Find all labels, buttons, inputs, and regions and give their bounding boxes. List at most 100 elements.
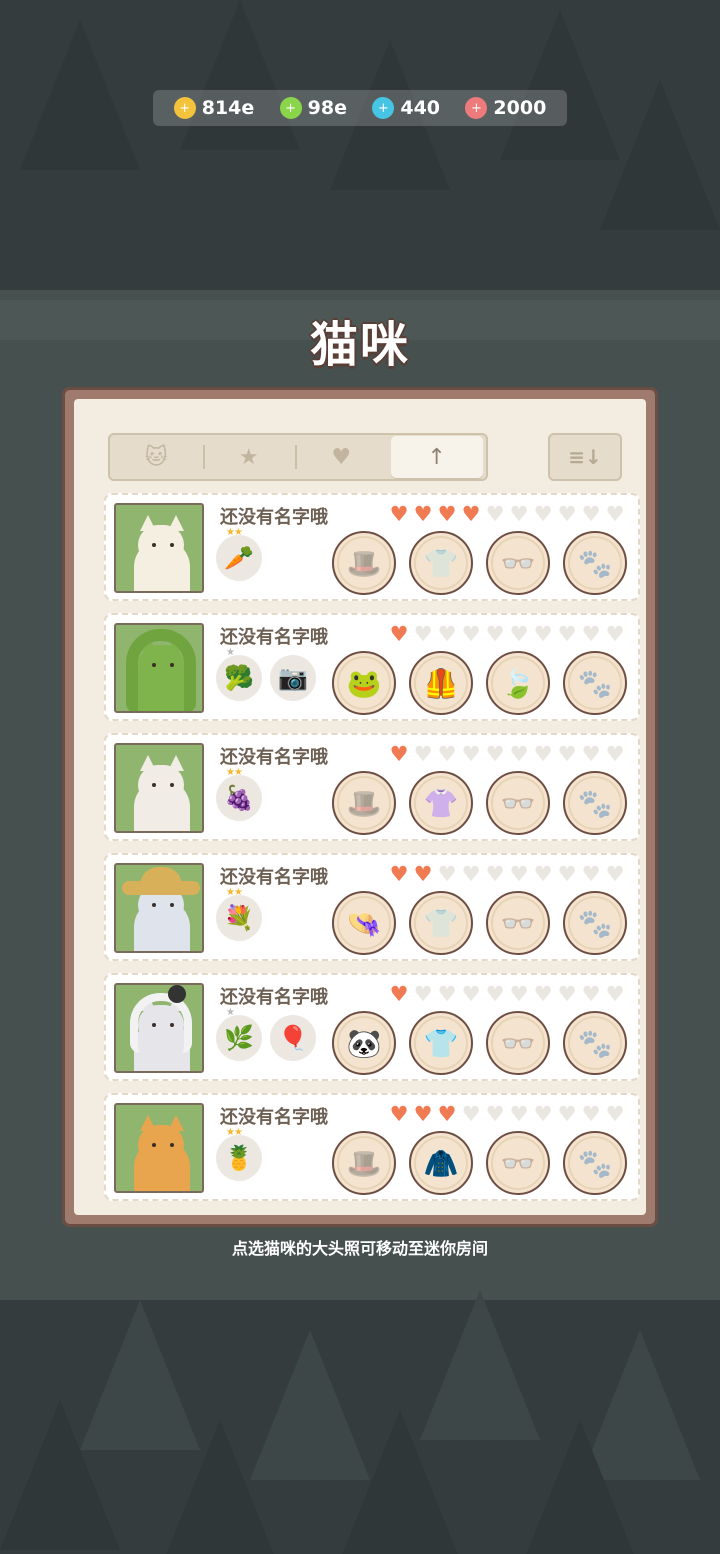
outfit-slot[interactable]: 🐾 xyxy=(563,1131,627,1195)
heart-icon: ♥ xyxy=(461,622,481,646)
heart-icon: ♥ xyxy=(389,502,409,526)
cat-card: 还没有名字哦 ♥ ♥ ♥ ♥ ♥ ♥ ♥ ♥ ♥ ♥ 🍇 ★★ 🎩 👚 👓 🐾 xyxy=(104,733,640,841)
glasses-slot-icon: 👓 xyxy=(500,546,536,580)
currency-item[interactable]: +2000 xyxy=(465,97,546,119)
outfit-slot[interactable]: 🐾 xyxy=(563,651,627,715)
cat-portrait[interactable] xyxy=(114,983,204,1073)
tab-cat-head[interactable]: 🐱 xyxy=(110,435,203,479)
heart-icon: ♥ xyxy=(581,982,601,1006)
outfit-slot[interactable]: 👓 xyxy=(486,1131,550,1195)
outfit-slots: 🎩 👕 👓 🐾 xyxy=(332,531,627,595)
outfit-slot[interactable]: 🎩 xyxy=(332,771,396,835)
cats-panel: 🐱 ★ ♥ ↑ ≡↓ 还没有名字哦 ♥ ♥ ♥ ♥ ♥ ♥ ♥ ♥ ♥ ♥ 🥕 ★★ 🎩 👕 👓 🐾 还没有名字哦 ♥ ♥ ♥… xyxy=(62,387,658,1227)
outfit-slot[interactable]: 👕 xyxy=(409,531,473,595)
outfit-slot[interactable]: 👓 xyxy=(486,1011,550,1075)
heart-icon: ♥ xyxy=(533,862,553,886)
cat-portrait[interactable] xyxy=(114,743,204,833)
item-glyph: 📷 xyxy=(278,664,308,692)
filter-tabs: 🐱 ★ ♥ ↑ xyxy=(108,433,488,481)
tab-heart[interactable]: ♥ xyxy=(295,435,388,479)
heart-icon: ♥ xyxy=(581,862,601,886)
cat-portrait[interactable] xyxy=(114,1103,204,1193)
tab-star[interactable]: ★ xyxy=(202,435,296,479)
affection-hearts: ♥ ♥ ♥ ♥ ♥ ♥ ♥ ♥ ♥ ♥ xyxy=(388,983,626,1005)
hat-slot-icon: 🎩 xyxy=(346,1146,382,1180)
outfit-slot[interactable]: 🎩 xyxy=(332,1131,396,1195)
heart-icon: ♥ xyxy=(461,1102,481,1126)
cat-card: 还没有名字哦 ♥ ♥ ♥ ♥ ♥ ♥ ♥ ♥ ♥ ♥ 🥦 ★ 📷 🐸 🦺 🍃 🐾 xyxy=(104,613,640,721)
mangosteen-icon[interactable]: 🍇 ★★ xyxy=(216,767,262,821)
camera-icon[interactable]: 📷 xyxy=(270,655,316,701)
currency-item[interactable]: +440 xyxy=(372,97,440,119)
glasses-slot-icon: 👓 xyxy=(500,786,536,820)
cat-eye xyxy=(152,1143,156,1147)
outfit-slot[interactable]: 🐾 xyxy=(563,771,627,835)
heart-icon: ♥ xyxy=(509,982,529,1006)
outfit-slot[interactable]: 👚 xyxy=(409,771,473,835)
favorite-items: 🥦 ★ 📷 xyxy=(216,647,316,701)
currency-item[interactable]: +98e xyxy=(279,97,347,119)
heart-icon: ♥ xyxy=(413,1102,433,1126)
broccoli-icon[interactable]: 🥦 ★ xyxy=(216,647,262,701)
cat-eye xyxy=(152,543,156,547)
favorite-items: 💐 ★★ xyxy=(216,887,262,941)
cat-portrait[interactable] xyxy=(114,503,204,593)
heart-icon: ♥ xyxy=(389,862,409,886)
outfit-slots: 👒 👕 👓 🐾 xyxy=(332,891,627,955)
outfit-slot[interactable]: 👕 xyxy=(409,1011,473,1075)
flower-bouquet-icon[interactable]: 💐 ★★ xyxy=(216,887,262,941)
heart-icon: ♥ xyxy=(413,862,433,886)
heart-icon: ♥ xyxy=(461,742,481,766)
pineapple-icon[interactable]: 🍍 ★★ xyxy=(216,1127,262,1181)
heart-icon: ♥ xyxy=(413,742,433,766)
outfit-slot[interactable]: 🐾 xyxy=(563,531,627,595)
cat-card: 还没有名字哦 ♥ ♥ ♥ ♥ ♥ ♥ ♥ ♥ ♥ ♥ 💐 ★★ 👒 👕 👓 🐾 xyxy=(104,853,640,961)
outfit-slot[interactable]: 🐸 xyxy=(332,651,396,715)
heart-icon: ♥ xyxy=(485,502,505,526)
outfit-slot[interactable]: 🍃 xyxy=(486,651,550,715)
heart-icon: ♥ xyxy=(389,622,409,646)
carrot-icon[interactable]: 🥕 ★★ xyxy=(216,527,262,581)
cat-eye xyxy=(170,543,174,547)
outfit-slot[interactable]: 🎩 xyxy=(332,531,396,595)
cat-eye xyxy=(152,903,156,907)
heart-icon: ♥ xyxy=(437,622,457,646)
outfit-slot[interactable]: 🐼 xyxy=(332,1011,396,1075)
heart-icon: ♥ xyxy=(605,502,625,526)
outfit-slot[interactable]: 👓 xyxy=(486,891,550,955)
outfit-slot[interactable]: 🧥 xyxy=(409,1131,473,1195)
gem-icon: + xyxy=(372,97,395,119)
favorite-items: 🥕 ★★ xyxy=(216,527,262,581)
hot-air-balloon-icon[interactable]: 🎈 xyxy=(270,1015,316,1061)
cat-portrait[interactable] xyxy=(114,623,204,713)
glasses-slot-icon: 👓 xyxy=(500,1146,536,1180)
currency-item[interactable]: +814e xyxy=(173,97,254,119)
heart-icon: ♥ xyxy=(533,1102,553,1126)
favorite-items: 🍍 ★★ xyxy=(216,1127,262,1181)
item-glyph: 🌿 xyxy=(224,1024,254,1052)
outfit-slot[interactable]: 🐾 xyxy=(563,891,627,955)
heart-icon: ♥ xyxy=(581,742,601,766)
affection-hearts: ♥ ♥ ♥ ♥ ♥ ♥ ♥ ♥ ♥ ♥ xyxy=(388,863,626,885)
heart-icon: ♥ xyxy=(509,502,529,526)
herb-bundle-icon[interactable]: 🌿 ★ xyxy=(216,1007,262,1061)
outfit-slot[interactable]: 👒 xyxy=(332,891,396,955)
outfit-slot[interactable]: 👕 xyxy=(409,891,473,955)
straw-hat-icon: 👒 xyxy=(346,906,382,940)
tab-arrow-up[interactable]: ↑ xyxy=(390,436,483,478)
outfit-slot[interactable]: 🦺 xyxy=(409,651,473,715)
glasses-slot-icon: 👓 xyxy=(500,1026,536,1060)
outfit-slot[interactable]: 👓 xyxy=(486,771,550,835)
face-slot-icon: 🐾 xyxy=(577,1146,613,1180)
red-jacket-icon: 🧥 xyxy=(423,1146,459,1180)
face-slot-icon: 🐾 xyxy=(577,906,613,940)
heart-icon: ♥ xyxy=(389,1102,409,1126)
heart-icon: ♥ xyxy=(485,742,505,766)
star-rating: ★★ xyxy=(226,1127,243,1138)
sort-button[interactable]: ≡↓ xyxy=(548,433,622,481)
outfit-slot[interactable]: 🐾 xyxy=(563,1011,627,1075)
cat-portrait[interactable] xyxy=(114,863,204,953)
cat-eye xyxy=(170,903,174,907)
item-glyph: 🎈 xyxy=(278,1024,308,1052)
outfit-slot[interactable]: 👓 xyxy=(486,531,550,595)
